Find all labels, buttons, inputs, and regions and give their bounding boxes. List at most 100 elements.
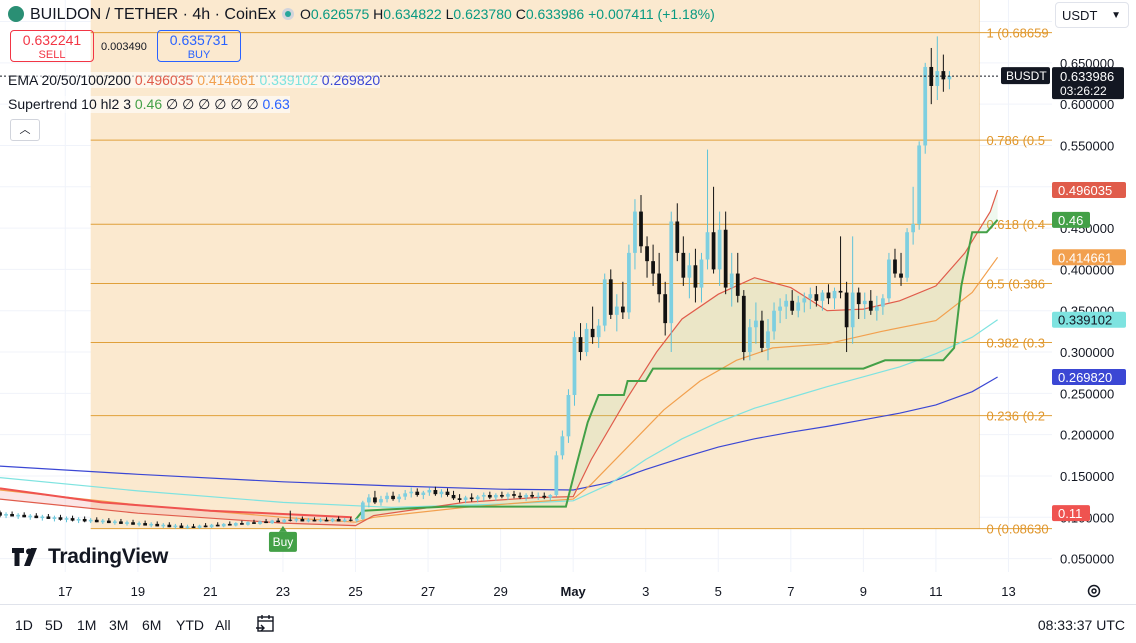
- candle-body: [179, 525, 184, 529]
- timeframe-5d[interactable]: 5D: [45, 617, 63, 633]
- candle-body: [70, 518, 75, 521]
- symbol-title[interactable]: BUILDON / TETHER · 4h · CoinEx: [30, 6, 276, 23]
- time-tick-label: 9: [860, 584, 867, 599]
- candle-body: [838, 290, 843, 293]
- candle-body: [584, 328, 589, 353]
- price-label-text: 0.339102: [1058, 313, 1112, 328]
- candle-body: [747, 327, 752, 353]
- candle-body: [542, 495, 547, 498]
- candle-body: [354, 518, 359, 521]
- price-label-text: 0.11: [1058, 506, 1082, 521]
- supertrend-empty-values: ∅ ∅ ∅ ∅ ∅ ∅: [166, 96, 259, 112]
- candle-body: [814, 294, 819, 301]
- timeframe-3m[interactable]: 3M: [109, 617, 128, 633]
- supertrend-label: Supertrend 10 hl2 3: [8, 96, 131, 112]
- timeframe-ytd[interactable]: YTD: [176, 617, 204, 633]
- candle-body: [22, 514, 27, 518]
- candle-body: [862, 300, 867, 305]
- candle-body: [893, 259, 897, 274]
- candle-body: [330, 518, 335, 522]
- candle-body: [935, 71, 940, 86]
- ema-legend[interactable]: EMA 20/50/100/200 0.496035 0.414661 0.33…: [8, 72, 381, 88]
- candle-body: [215, 524, 220, 527]
- candle-body: [143, 523, 148, 526]
- candle-body: [360, 502, 365, 519]
- candle-body: [868, 300, 873, 311]
- currency-selector[interactable]: USDT ▼: [1055, 2, 1129, 28]
- chevron-up-icon: ︿: [19, 124, 31, 136]
- price-tick-label: 0.050000: [1060, 552, 1114, 567]
- candle-body: [796, 302, 801, 311]
- candle-body: [772, 310, 776, 332]
- candle-body: [397, 496, 401, 500]
- time-tick-label: 19: [131, 584, 145, 599]
- candle-body: [639, 211, 643, 247]
- time-tick-label: 25: [348, 584, 362, 599]
- price-tick-label: 0.600000: [1060, 97, 1114, 112]
- collapse-legend-button[interactable]: ︿: [10, 119, 40, 141]
- time-tick-label: May: [561, 584, 587, 599]
- brand-name: TradingView: [48, 545, 169, 568]
- price-label-text: 0.46: [1058, 213, 1083, 228]
- price-tick-label: 0.150000: [1060, 469, 1114, 484]
- candlestick-chart[interactable]: 1 (0.686590.786 (0.50.618 (0.40.5 (0.386…: [0, 0, 1136, 604]
- symbol-logo-icon: [8, 6, 24, 22]
- tradingview-logo[interactable]: TradingView: [12, 545, 168, 569]
- timeframe-1d[interactable]: 1D: [15, 617, 33, 633]
- timeframe-6m[interactable]: 6M: [142, 617, 161, 633]
- bottom-toolbar: 1D 5D 1M 3M 6M YTD All 08:33:37 UTC: [0, 604, 1136, 643]
- candle-body: [469, 497, 474, 500]
- candle-body: [348, 519, 353, 521]
- candle-body: [94, 519, 99, 523]
- candle-body: [802, 298, 807, 303]
- candle-body: [258, 521, 262, 524]
- price-change: +0.007411 (+1.18%): [588, 6, 715, 22]
- time-tick-label: 5: [715, 584, 722, 599]
- timeframe-1m[interactable]: 1M: [77, 617, 96, 633]
- candle-body: [40, 516, 45, 519]
- candle-body: [681, 252, 686, 278]
- candle-body: [693, 265, 698, 288]
- candle-body: [197, 525, 202, 529]
- candle-body: [0, 512, 2, 516]
- candle-body: [173, 525, 178, 528]
- candle-body: [651, 261, 655, 274]
- candle-body: [306, 519, 311, 522]
- fib-level-label: 0.382 (0.3: [986, 335, 1045, 350]
- candle-body: [403, 493, 408, 497]
- bar-countdown: 03:26:22: [1060, 84, 1107, 98]
- candle-body: [506, 494, 510, 497]
- calendar-goto-icon[interactable]: [256, 614, 276, 634]
- candle-body: [209, 524, 214, 528]
- time-tick-label: 29: [493, 584, 507, 599]
- market-status-icon[interactable]: [281, 8, 294, 20]
- fib-level-label: 1 (0.68659: [986, 26, 1048, 41]
- supertrend-up-value: 0.46: [134, 96, 163, 112]
- settings-gear-icon[interactable]: [1086, 583, 1102, 599]
- candle-body: [754, 320, 758, 328]
- symbol-legend: BUILDON / TETHER · 4h · CoinEx O0.626575 …: [8, 6, 715, 24]
- candle-body: [905, 232, 909, 278]
- candle-body: [252, 522, 256, 524]
- candle-body: [282, 519, 287, 523]
- supertrend-legend[interactable]: Supertrend 10 hl2 3 0.46 ∅ ∅ ∅ ∅ ∅ ∅ 0.6…: [8, 96, 290, 113]
- candle-body: [578, 337, 583, 353]
- candle-body: [645, 246, 649, 262]
- candle-body: [191, 526, 196, 529]
- clock-time[interactable]: 08:33:37 UTC: [1038, 617, 1125, 633]
- candle-body: [131, 522, 135, 525]
- candle-body: [427, 490, 432, 493]
- candle-body: [500, 494, 504, 497]
- price-label-text: 0.269820: [1058, 370, 1112, 385]
- candle-body: [475, 496, 480, 500]
- sell-button[interactable]: 0.632241 SELL: [10, 30, 94, 62]
- timeframe-all[interactable]: All: [215, 617, 231, 633]
- time-tick-label: 23: [276, 584, 290, 599]
- candle-body: [385, 495, 389, 500]
- candle-body: [336, 518, 341, 522]
- candle-body: [760, 320, 764, 348]
- buy-button[interactable]: 0.635731 BUY: [157, 30, 241, 62]
- candle-body: [941, 71, 946, 80]
- candle-body: [233, 523, 238, 526]
- fib-level-label: 0.236 (0.2: [986, 409, 1045, 424]
